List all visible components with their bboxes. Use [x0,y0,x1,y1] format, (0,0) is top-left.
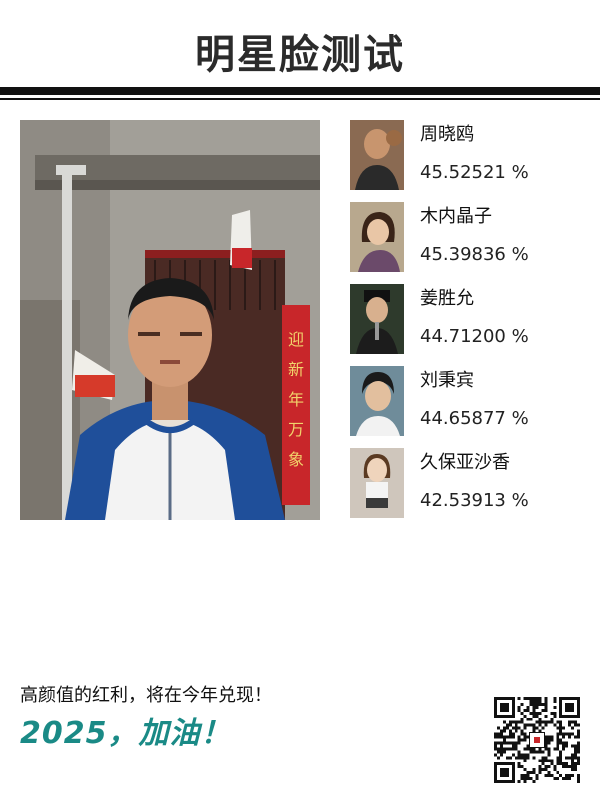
list-item[interactable]: 姜胜允 44.71200 % [350,284,590,366]
match-score: 44.65877 % [420,408,529,429]
match-name: 姜胜允 [420,288,474,309]
list-item[interactable]: 周晓鸥 45.52521 % [350,120,590,202]
qr-code-icon[interactable] [494,697,580,783]
match-thumbnail [350,202,404,272]
list-item[interactable]: 刘秉宾 44.65877 % [350,366,590,448]
match-score: 45.52521 % [420,162,529,183]
svg-text:年: 年 [288,390,304,409]
match-list: 周晓鸥 45.52521 % 木内晶子 45.39836 % 姜胜允 44.71… [350,120,590,530]
slogan-text: 高颜值的红利，将在今年兑现！ [20,685,272,706]
svg-text:万: 万 [288,420,304,439]
page-title: 明星脸测试 [195,32,405,78]
match-score: 45.39836 % [420,244,529,265]
header-divider-thin [0,98,600,100]
user-photo: 迎 新 年 万 象 [20,120,320,520]
list-item[interactable]: 木内晶子 45.39836 % [350,202,590,284]
match-thumbnail [350,448,404,518]
match-score: 42.53913 % [420,490,529,511]
match-thumbnail [350,366,404,436]
match-name: 木内晶子 [420,206,492,227]
slogan-headline: 2025，加油！ [20,716,232,751]
svg-text:象: 象 [288,450,304,469]
header-divider-thick [0,87,600,95]
match-score: 44.71200 % [420,326,529,347]
svg-text:迎: 迎 [288,330,304,349]
match-thumbnail [350,284,404,354]
svg-text:新: 新 [288,360,304,379]
list-item[interactable]: 久保亚沙香 42.53913 % [350,448,590,530]
match-name: 周晓鸥 [420,124,474,145]
match-thumbnail [350,120,404,190]
match-name: 久保亚沙香 [420,452,510,473]
match-name: 刘秉宾 [420,370,474,391]
